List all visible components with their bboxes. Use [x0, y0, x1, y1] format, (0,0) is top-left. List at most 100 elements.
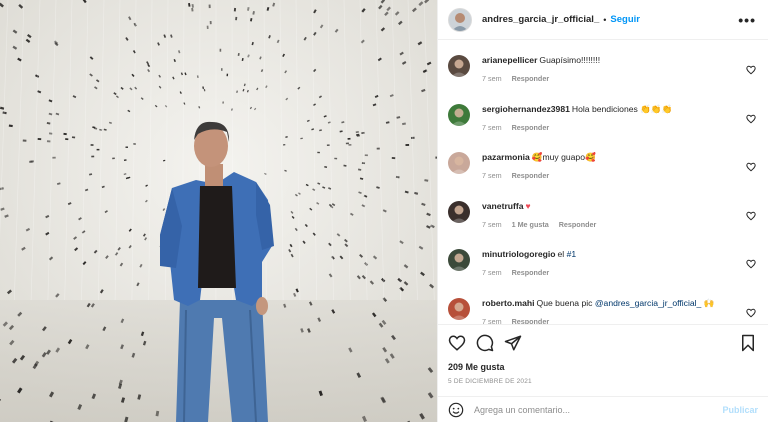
comment-text: roberto.mahi Que buena pic @andres_garcia…: [482, 297, 732, 309]
comment-item: arianepellicer Guapísimo!!!!!!!! 7 sem Resp…: [448, 40, 758, 89]
comment-username[interactable]: roberto.mahi: [482, 298, 535, 308]
installation-mark: [347, 137, 351, 140]
save-bookmark-icon[interactable]: [740, 334, 758, 352]
comment-username[interactable]: arianepellicer: [482, 55, 537, 65]
comment-meta: 7 sem Responder: [482, 123, 732, 132]
comment-item: sergiohernandez3981 Hola bendiciones 👏👏👏 7…: [448, 89, 758, 138]
installation-mark: [37, 137, 42, 141]
comment-username[interactable]: minutriologoregio: [482, 249, 556, 259]
installation-mark: [376, 147, 380, 150]
comment-input[interactable]: [474, 404, 723, 415]
follow-button[interactable]: Seguir: [610, 14, 640, 25]
comment-like-heart-icon[interactable]: [746, 159, 756, 172]
installation-mark: [22, 139, 27, 142]
more-options-icon[interactable]: •••: [738, 12, 756, 28]
comment-item: vanetruffa ♥ 7 sem 1 Me gusta Responder: [448, 186, 758, 235]
reply-button[interactable]: Responder: [512, 171, 550, 180]
comment-like-heart-icon[interactable]: [746, 256, 756, 269]
comment-time[interactable]: 7 sem: [482, 123, 502, 132]
installation-mark: [405, 143, 410, 147]
comment-meta: 7 sem Responder: [482, 268, 732, 277]
commenter-avatar[interactable]: [448, 103, 470, 126]
comment-meta: 7 sem Responder: [482, 317, 732, 325]
comment-mention-link[interactable]: @andres_garcia_jr_official_: [595, 298, 702, 308]
comment-like-heart-icon[interactable]: [746, 111, 756, 123]
comment-meta: 7 sem 1 Me gusta Responder: [482, 220, 732, 229]
comment-body: ♥: [525, 200, 531, 211]
installation-mark: [206, 25, 209, 29]
action-bar: [438, 324, 768, 360]
comment-text: minutriologoregio el #1: [482, 248, 732, 260]
post-date: 5 DE DICIEMBRE DE 2021: [448, 378, 532, 385]
author-username[interactable]: andres_garcia_jr_official_: [482, 14, 599, 25]
commenter-avatar[interactable]: [448, 55, 470, 77]
commenter-avatar[interactable]: [448, 152, 470, 174]
comment-time[interactable]: 7 sem: [482, 220, 502, 229]
installation-mark: [361, 162, 366, 165]
installation-mark: [317, 151, 320, 154]
comment-like-heart-icon[interactable]: [746, 305, 756, 317]
comment-time[interactable]: 7 sem: [482, 171, 502, 180]
separator-dot: •: [603, 14, 607, 25]
reply-button[interactable]: Responder: [512, 317, 550, 325]
installation-mark: [52, 156, 56, 159]
installation-mark: [46, 140, 51, 143]
commenter-avatar[interactable]: [448, 249, 470, 271]
comment-text: pazarmonia 🥰muy guapo🥰: [482, 151, 732, 163]
installation-mark: [96, 148, 100, 151]
comment-time[interactable]: 7 sem: [482, 74, 502, 83]
reply-button[interactable]: Responder: [512, 268, 550, 277]
installation-mark: [222, 101, 224, 104]
commenter-avatar[interactable]: [448, 297, 470, 320]
comment-body: Que buena pic: [536, 297, 595, 308]
installation-mark: [91, 155, 95, 158]
installation-mark: [133, 143, 136, 145]
post-image: [0, 0, 437, 422]
installation-mark: [29, 160, 33, 163]
installation-mark: [364, 154, 368, 157]
installation-mark: [90, 144, 94, 146]
comment-suffix: 🙌: [701, 297, 715, 308]
comment-body: 🥰muy guapo🥰: [531, 152, 596, 162]
comment-like-heart-icon[interactable]: [746, 62, 756, 75]
installation-mark: [326, 144, 330, 146]
reply-button[interactable]: Responder: [512, 123, 550, 132]
installation-mark: [334, 157, 338, 160]
commenter-avatar[interactable]: [448, 200, 470, 223]
comment-body: el: [557, 249, 567, 259]
comment-meta: 7 sem Responder: [482, 171, 732, 180]
installation-mark: [345, 142, 349, 145]
post-photo[interactable]: [0, 0, 437, 422]
installation-mark: [226, 73, 229, 77]
comment-mention-link[interactable]: #1: [567, 249, 577, 259]
reply-button[interactable]: Responder: [512, 74, 550, 83]
comment-username[interactable]: vanetruffa: [482, 201, 524, 211]
installation-mark: [221, 68, 223, 71]
installation-mark: [71, 136, 76, 139]
installation-mark: [125, 146, 129, 148]
comment-like-heart-icon[interactable]: [746, 208, 756, 220]
comment-text: vanetruffa ♥: [482, 200, 732, 212]
comment-item: pazarmonia 🥰muy guapo🥰 7 sem Responder: [448, 137, 758, 186]
add-comment-bar: Publicar: [438, 396, 768, 422]
likes-count[interactable]: 209 Me gusta: [438, 360, 768, 374]
comments-list[interactable]: arianepellicer Guapísimo!!!!!!!! 7 sem Resp…: [438, 40, 768, 324]
comment-time[interactable]: 7 sem: [482, 317, 502, 325]
comment-meta: 7 sem Responder: [482, 74, 732, 83]
author-avatar[interactable]: [448, 7, 472, 32]
like-heart-icon[interactable]: [448, 334, 466, 352]
installation-mark: [391, 157, 396, 160]
post-header: andres_garcia_jr_official_ • Seguir •••: [438, 0, 768, 40]
publish-button[interactable]: Publicar: [722, 405, 758, 415]
installation-mark: [233, 7, 237, 12]
share-paper-plane-icon[interactable]: [504, 334, 522, 352]
comment-likes[interactable]: 1 Me gusta: [512, 220, 549, 229]
comment-time[interactable]: 7 sem: [482, 268, 502, 277]
emoji-icon[interactable]: [448, 402, 464, 418]
reply-button[interactable]: Responder: [559, 220, 597, 229]
comment-username[interactable]: sergiohernandez3981: [482, 104, 570, 114]
installation-mark: [208, 4, 211, 9]
comment-bubble-icon[interactable]: [476, 334, 494, 352]
comment-username[interactable]: pazarmonia: [482, 152, 530, 162]
comment-body: Guapísimo!!!!!!!!: [539, 55, 601, 65]
